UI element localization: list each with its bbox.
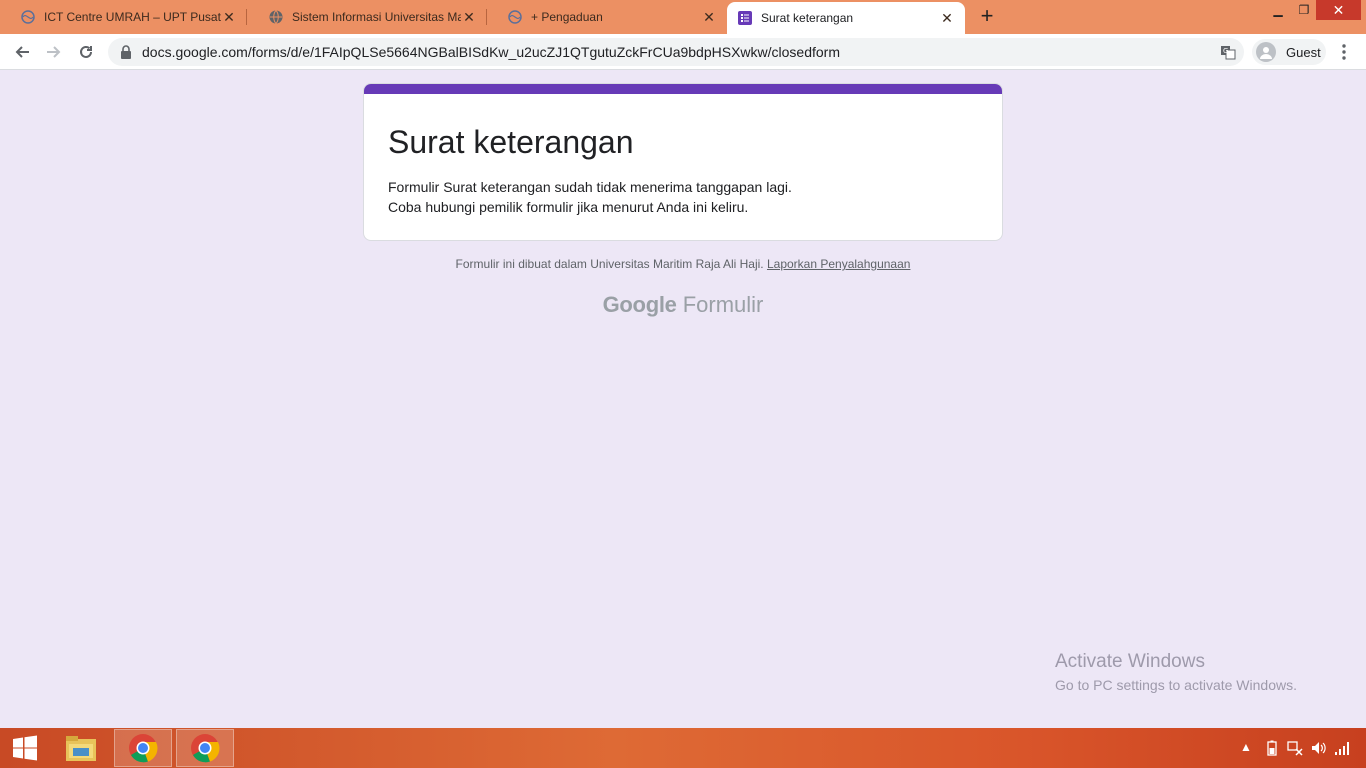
tab-separator: [246, 9, 247, 25]
tab-close-icon[interactable]: ✕: [701, 9, 717, 25]
footer-text: Formulir ini dibuat dalam Universitas Ma…: [455, 257, 764, 271]
message-line-1: Formulir Surat keterangan sudah tidak me…: [388, 179, 792, 195]
brand-product: Formulir: [682, 292, 764, 317]
start-icon[interactable]: [0, 729, 50, 767]
form-footer: Formulir ini dibuat dalam Universitas Ma…: [0, 257, 1366, 271]
watermark-title: Activate Windows: [1055, 651, 1205, 672]
new-tab-button[interactable]: +: [975, 5, 999, 29]
volume-icon[interactable]: [1311, 740, 1327, 759]
profile-button[interactable]: Guest: [1252, 39, 1326, 65]
tab-close-icon[interactable]: ✕: [221, 9, 237, 25]
more-menu-icon[interactable]: [1336, 42, 1352, 62]
closed-form-message: Formulir Surat keterangan sudah tidak me…: [388, 177, 792, 217]
form-accent-bar: [364, 84, 1002, 94]
report-abuse-link[interactable]: Laporkan Penyalahgunaan: [767, 257, 910, 271]
show-hidden-icons-icon[interactable]: ▲: [1240, 740, 1252, 754]
site-favicon-icon: [507, 9, 523, 25]
back-arrow-icon[interactable]: [10, 40, 34, 64]
tab-close-icon[interactable]: ✕: [461, 9, 477, 25]
minimize-icon[interactable]: ▁: [1266, 0, 1290, 20]
closed-form-card: Surat keterangan Formulir Surat keterang…: [363, 83, 1003, 241]
windows-taskbar: ▲: [0, 728, 1366, 768]
tab-strip: ICT Centre UMRAH – UPT Pusat T ✕ Sistem …: [0, 0, 1366, 34]
chrome-icon[interactable]: [176, 729, 234, 767]
browser-toolbar: docs.google.com/forms/d/e/1FAIpQLSe5664N…: [0, 34, 1366, 70]
profile-label: Guest: [1286, 44, 1321, 60]
battery-icon[interactable]: [1267, 740, 1277, 759]
forward-arrow-icon[interactable]: [42, 40, 66, 64]
translate-icon[interactable]: G: [1220, 44, 1236, 65]
lock-icon[interactable]: [120, 45, 132, 64]
network-disconnected-icon[interactable]: [1287, 740, 1303, 759]
form-title: Surat keterangan: [388, 124, 634, 160]
file-explorer-icon[interactable]: [52, 729, 110, 767]
site-favicon-icon: [20, 9, 36, 25]
brand-google: Google: [602, 292, 677, 317]
reload-icon[interactable]: [74, 40, 98, 64]
message-line-2: Coba hubungi pemilik formulir jika menur…: [388, 199, 749, 215]
tab-pengaduan[interactable]: + Pengaduan ✕: [487, 0, 727, 34]
signal-strength-icon[interactable]: [1334, 740, 1350, 759]
globe-icon: [268, 9, 284, 25]
tab-title: ICT Centre UMRAH – UPT Pusat T: [44, 10, 221, 24]
address-bar[interactable]: docs.google.com/forms/d/e/1FAIpQLSe5664N…: [108, 38, 1244, 66]
restore-icon[interactable]: ❐: [1292, 0, 1316, 20]
tab-title: + Pengaduan: [531, 10, 603, 24]
chrome-icon[interactable]: [114, 729, 172, 767]
svg-text:G: G: [1223, 47, 1228, 55]
url-text[interactable]: docs.google.com/forms/d/e/1FAIpQLSe5664N…: [142, 44, 840, 60]
tab-sistem-informasi[interactable]: Sistem Informasi Universitas Mar ✕: [248, 0, 487, 34]
google-forms-logo[interactable]: Google Formulir: [0, 292, 1366, 318]
tab-close-icon[interactable]: ✕: [939, 10, 955, 26]
tab-surat-keterangan[interactable]: Surat keterangan ✕: [727, 2, 965, 34]
window-close-icon[interactable]: ✕: [1316, 0, 1361, 20]
tab-title: Sistem Informasi Universitas Mar: [292, 10, 461, 24]
avatar-icon: [1256, 42, 1276, 62]
activate-windows-watermark: Activate Windows Go to PC settings to ac…: [1055, 651, 1297, 693]
watermark-subtitle: Go to PC settings to activate Windows.: [1055, 677, 1297, 693]
tab-ict-centre[interactable]: ICT Centre UMRAH – UPT Pusat T ✕: [0, 0, 247, 34]
tab-title: Surat keterangan: [761, 11, 854, 25]
google-forms-icon: [737, 10, 753, 26]
